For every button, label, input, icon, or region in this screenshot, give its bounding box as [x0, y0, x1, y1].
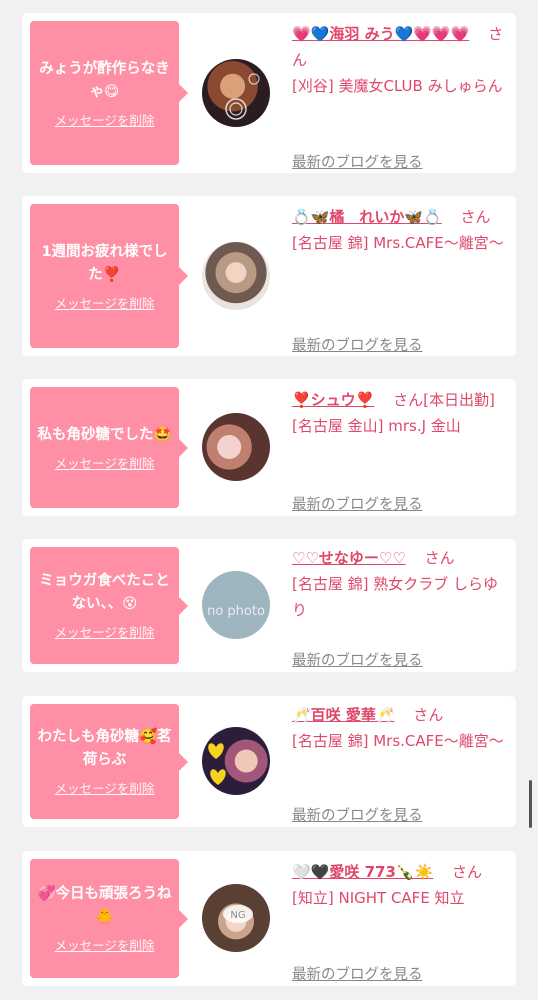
avatar-image [225, 73, 260, 120]
san-label: さん [424, 549, 455, 567]
delete-message-link[interactable]: メッセージを削除 [55, 453, 155, 472]
avatar[interactable] [202, 59, 270, 127]
delete-message-link[interactable]: メッセージを削除 [55, 622, 155, 641]
profile-info: 🤍🖤愛咲 773🍾☀️ さん [知立] NIGHT CAFE 知立 最新のブログ… [292, 859, 507, 983]
avatar-image [202, 242, 270, 310]
message-card: 私も角砂糖でした🤩 メッセージを削除 ❣️シュウ❣️ さん[本日出勤] [名古屋… [22, 379, 516, 516]
girl-name-link[interactable]: 💍🦋橘 れいか🦋💍 [292, 208, 442, 226]
profile-info: 💍🦋橘 れいか🦋💍 さん [名古屋 錦] Mrs.CAFE〜離宮〜 最新のブログ… [292, 204, 507, 354]
latest-blog-link[interactable]: 最新のブログを見る [292, 649, 423, 670]
message-bubble: 💞今日も頑張ろうね🐥 メッセージを削除 [30, 859, 188, 978]
message-card: みょうが酢作らなきゃ😋 メッセージを削除 💗💙海羽 みう💙💗💗💗 さん [刈谷]… [22, 13, 516, 173]
no-photo-image: no photo [207, 604, 265, 619]
latest-blog-link[interactable]: 最新のブログを見る [292, 493, 423, 514]
message-bubble: ミョウガ食べたことない、、😵 メッセージを削除 [30, 547, 188, 664]
avatar[interactable] [202, 242, 270, 310]
svg-text:NG: NG [230, 910, 245, 921]
message-text: わたしも角砂糖🥰茗荷らぶ [37, 729, 172, 768]
message-bubble: わたしも角砂糖🥰茗荷らぶ メッセージを削除 [30, 704, 188, 819]
avatar-image: NG [223, 905, 253, 923]
message-text: 💞今日も頑張ろうね🐥 [37, 886, 172, 925]
delete-message-link[interactable]: メッセージを削除 [55, 110, 155, 129]
message-card: わたしも角砂糖🥰茗荷らぶ メッセージを削除 🥂百咲 愛華🥂 さん [名古屋 錦]… [22, 696, 516, 827]
message-text: ミョウガ食べたことない、、😵 [39, 573, 170, 612]
girl-name-link[interactable]: 🤍🖤愛咲 773🍾☀️ [292, 863, 433, 881]
message-text: 私も角砂糖でした🤩 [37, 426, 172, 443]
shop-name: [刈谷] 美魔女CLUB みしゅらん [292, 77, 503, 95]
message-bubble: みょうが酢作らなきゃ😋 メッセージを削除 [30, 21, 188, 165]
avatar-image [202, 413, 270, 481]
message-bubble: 1週間お疲れ様でした❣️ メッセージを削除 [30, 204, 188, 348]
avatar-image [208, 743, 226, 785]
message-bubble: 私も角砂糖でした🤩 メッセージを削除 [30, 387, 188, 508]
latest-blog-link[interactable]: 最新のブログを見る [292, 334, 423, 355]
message-card: ミョウガ食べたことない、、😵 メッセージを削除 no photo ♡♡せなゆー♡… [22, 539, 516, 672]
latest-blog-link[interactable]: 最新のブログを見る [292, 963, 423, 984]
delete-message-link[interactable]: メッセージを削除 [55, 778, 155, 797]
girl-name-link[interactable]: 💗💙海羽 みう💙💗💗💗 [292, 25, 469, 43]
shop-name: [知立] NIGHT CAFE 知立 [292, 889, 465, 907]
avatar[interactable]: no photo [202, 571, 270, 639]
message-text: 1週間お疲れ様でした❣️ [41, 243, 168, 283]
shop-name: [名古屋 錦] Mrs.CAFE〜離宮〜 [292, 732, 504, 750]
avatar[interactable]: NG [202, 884, 270, 952]
profile-info: 🥂百咲 愛華🥂 さん [名古屋 錦] Mrs.CAFE〜離宮〜 最新のブログを見… [292, 702, 507, 824]
latest-blog-link[interactable]: 最新のブログを見る [292, 804, 423, 825]
delete-message-link[interactable]: メッセージを削除 [55, 293, 155, 312]
san-label: さん [413, 706, 444, 724]
avatar[interactable] [202, 727, 270, 795]
scrollbar[interactable] [529, 780, 532, 828]
shop-name: [名古屋 錦] 熟女クラブ しらゆり [292, 575, 499, 619]
status-text: [本日出勤] [423, 391, 495, 409]
girl-name-link[interactable]: ❣️シュウ❣️ [292, 391, 374, 409]
message-card: 1週間お疲れ様でした❣️ メッセージを削除 💍🦋橘 れいか🦋💍 さん [名古屋 … [22, 196, 516, 356]
message-text: みょうが酢作らなきゃ😋 [39, 60, 170, 100]
girl-name-link[interactable]: 🥂百咲 愛華🥂 [292, 706, 395, 724]
svg-text:no photo: no photo [207, 604, 265, 619]
girl-name-link[interactable]: ♡♡せなゆー♡♡ [292, 549, 406, 567]
shop-name: [名古屋 錦] Mrs.CAFE〜離宮〜 [292, 234, 504, 252]
san-label: さん [393, 391, 424, 409]
profile-info: ♡♡せなゆー♡♡ さん [名古屋 錦] 熟女クラブ しらゆり 最新のブログを見る [292, 545, 507, 669]
profile-info: 💗💙海羽 みう💙💗💗💗 さん [刈谷] 美魔女CLUB みしゅらん 最新のブログ… [292, 21, 507, 171]
profile-info: ❣️シュウ❣️ さん[本日出勤] [名古屋 金山] mrs.J 金山 最新のブロ… [292, 387, 507, 513]
san-label: さん [460, 208, 491, 226]
shop-name: [名古屋 金山] mrs.J 金山 [292, 417, 461, 435]
latest-blog-link[interactable]: 最新のブログを見る [292, 151, 423, 172]
delete-message-link[interactable]: メッセージを削除 [55, 935, 155, 954]
san-label: さん [452, 863, 483, 881]
avatar[interactable] [202, 413, 270, 481]
message-card: 💞今日も頑張ろうね🐥 メッセージを削除 NG 🤍🖤愛咲 773🍾☀️ さん [知… [22, 851, 516, 986]
